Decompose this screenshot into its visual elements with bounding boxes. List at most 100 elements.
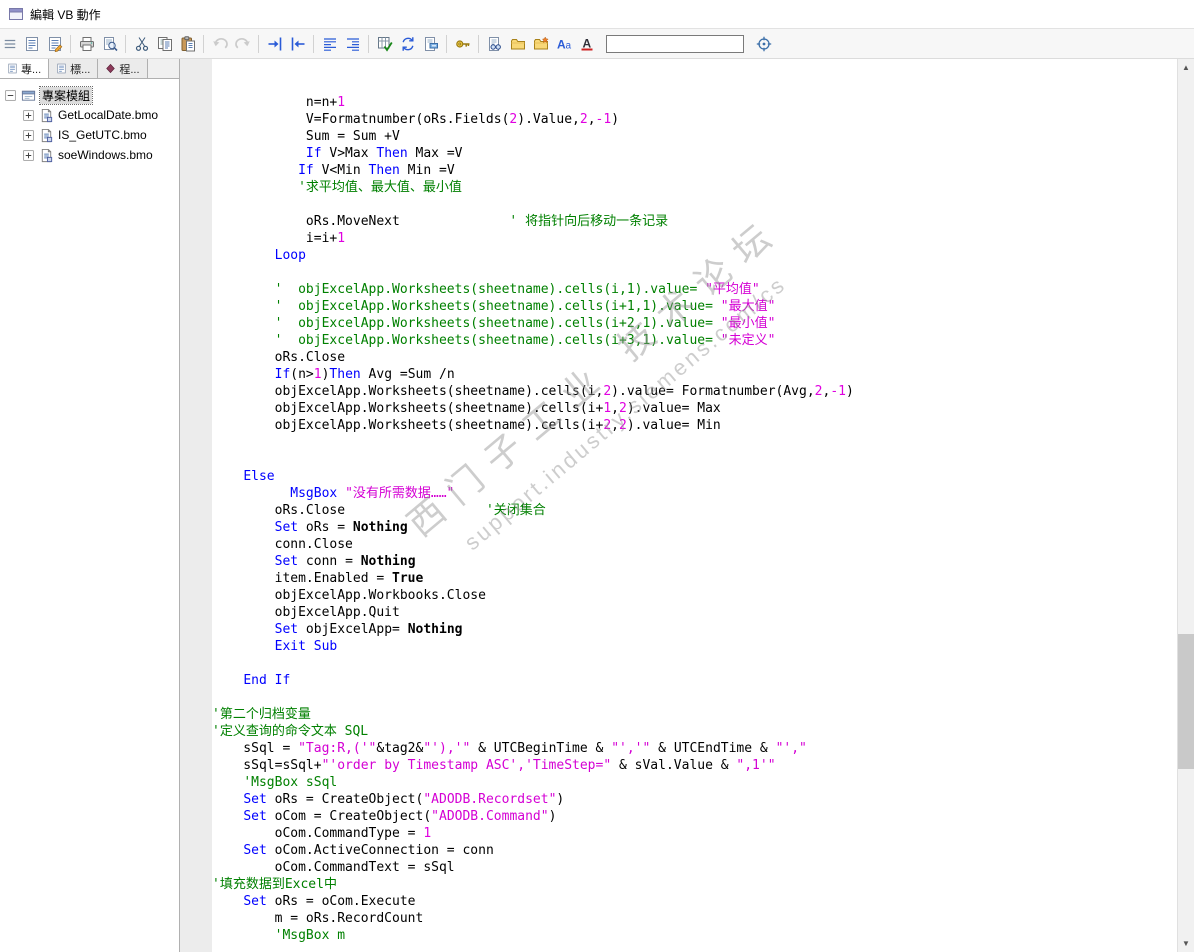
- code-line[interactable]: objExcelApp.Worksheets(sheetname).cells(…: [212, 400, 1177, 417]
- collapse-icon[interactable]: [5, 90, 16, 101]
- tab-actions[interactable]: 程...: [98, 59, 148, 78]
- synchronize-button[interactable]: [396, 32, 419, 55]
- code-line[interactable]: [212, 77, 1177, 94]
- code-line[interactable]: [212, 689, 1177, 706]
- code-line[interactable]: i=i+1: [212, 230, 1177, 247]
- code-line[interactable]: m = oRs.RecordCount: [212, 910, 1177, 927]
- code-line[interactable]: 'MsgBox sSql: [212, 774, 1177, 791]
- find-text-icon: [556, 36, 572, 52]
- code-line[interactable]: Loop: [212, 247, 1177, 264]
- print-preview-button[interactable]: [98, 32, 121, 55]
- code-line[interactable]: [212, 655, 1177, 672]
- find-in-document-button[interactable]: [483, 32, 506, 55]
- code-line[interactable]: item.Enabled = True: [212, 570, 1177, 587]
- code-line[interactable]: '填充数据到Excel中: [212, 876, 1177, 893]
- code-line[interactable]: objExcelApp.Worksheets(sheetname).cells(…: [212, 417, 1177, 434]
- tab-project-modules[interactable]: 專...: [0, 59, 50, 78]
- check-syntax-button[interactable]: [373, 32, 396, 55]
- tab-standard-modules[interactable]: 標...: [49, 59, 99, 78]
- expand-icon[interactable]: [23, 130, 34, 141]
- code-line[interactable]: conn.Close: [212, 536, 1177, 553]
- expand-icon[interactable]: [23, 150, 34, 161]
- toolbar-search-input[interactable]: [606, 34, 744, 53]
- scroll-up-button[interactable]: ▲: [1178, 59, 1194, 76]
- code-line[interactable]: Set objExcelApp= Nothing: [212, 621, 1177, 638]
- code-line[interactable]: [212, 434, 1177, 451]
- tree-item-module[interactable]: GetLocalDate.bmo: [2, 105, 177, 125]
- code-line[interactable]: oCom.CommandText = sSql: [212, 859, 1177, 876]
- code-line[interactable]: If V<Min Then Min =V: [212, 162, 1177, 179]
- format-lines-button[interactable]: [318, 32, 341, 55]
- code-line[interactable]: oRs.Close '关闭集合: [212, 502, 1177, 519]
- code-line[interactable]: Sum = Sum +V: [212, 128, 1177, 145]
- code-line[interactable]: '定义查询的命令文本 SQL: [212, 723, 1177, 740]
- code-line[interactable]: ' objExcelApp.Worksheets(sheetname).cell…: [212, 332, 1177, 349]
- code-line[interactable]: Else: [212, 468, 1177, 485]
- code-line[interactable]: n=n+1: [212, 94, 1177, 111]
- code-line[interactable]: Set oRs = oCom.Execute: [212, 893, 1177, 910]
- code-line[interactable]: sSql = "Tag:R,('"&tag2&"'),'" & UTCBegin…: [212, 740, 1177, 757]
- code-line[interactable]: objExcelApp.Quit: [212, 604, 1177, 621]
- code-line[interactable]: [212, 264, 1177, 281]
- scroll-down-button[interactable]: ▼: [1178, 935, 1194, 952]
- tree-root-project-modules[interactable]: 專案模組: [2, 85, 177, 105]
- goto-target-button[interactable]: [752, 32, 775, 55]
- expand-icon[interactable]: [23, 110, 34, 121]
- code-line[interactable]: End If: [212, 672, 1177, 689]
- code-line[interactable]: [212, 60, 1177, 77]
- code-line[interactable]: Set oCom.ActiveConnection = conn: [212, 842, 1177, 859]
- toolbar-grip[interactable]: [3, 37, 17, 51]
- code-line[interactable]: ' objExcelApp.Worksheets(sheetname).cell…: [212, 281, 1177, 298]
- scrollbar-thumb[interactable]: [1178, 634, 1194, 769]
- paste-button[interactable]: [176, 32, 199, 55]
- code-segment: Loop: [274, 248, 306, 263]
- cut-button[interactable]: [130, 32, 153, 55]
- code-line[interactable]: oRs.Close: [212, 349, 1177, 366]
- code-line[interactable]: 'MsgBox m: [212, 927, 1177, 944]
- code-line[interactable]: oCom.CommandType = 1: [212, 825, 1177, 842]
- code-line[interactable]: '第二个归档变量: [212, 706, 1177, 723]
- open-folder-button[interactable]: [506, 32, 529, 55]
- print-button[interactable]: [75, 32, 98, 55]
- code-line[interactable]: [212, 196, 1177, 213]
- code-line[interactable]: MsgBox "没有所需数据……": [212, 485, 1177, 502]
- code-line[interactable]: Set oCom = CreateObject("ADODB.Command"): [212, 808, 1177, 825]
- code-line[interactable]: Set oRs = Nothing: [212, 519, 1177, 536]
- code-segment: ).value= Min: [626, 418, 721, 433]
- password-protect-button[interactable]: [451, 32, 474, 55]
- code-line[interactable]: Set conn = Nothing: [212, 553, 1177, 570]
- action-list-button[interactable]: [20, 32, 43, 55]
- code-editor[interactable]: n=n+1 V=Formatnumber(oRs.Fields(2).Value…: [180, 59, 1177, 952]
- code-line[interactable]: If(n>1)Then Avg =Sum /n: [212, 366, 1177, 383]
- code-line[interactable]: sSql=sSql+"'order by Timestamp ASC','Tim…: [212, 757, 1177, 774]
- tree-item-module[interactable]: IS_GetUTC.bmo: [2, 125, 177, 145]
- code-line[interactable]: V=Formatnumber(oRs.Fields(2).Value,2,-1): [212, 111, 1177, 128]
- decrease-indent-button[interactable]: [286, 32, 309, 55]
- code-segment: sSql=sSql+: [212, 758, 322, 773]
- code-line[interactable]: objExcelApp.Worksheets(sheetname).cells(…: [212, 383, 1177, 400]
- code-line[interactable]: Exit Sub: [212, 638, 1177, 655]
- code-line[interactable]: If V>Max Then Max =V: [212, 145, 1177, 162]
- code-line[interactable]: '求平均值、最大值、最小值: [212, 179, 1177, 196]
- undo-button[interactable]: [208, 32, 231, 55]
- format-lines-alt-button[interactable]: [341, 32, 364, 55]
- code-area[interactable]: n=n+1 V=Formatnumber(oRs.Fields(2).Value…: [212, 59, 1177, 952]
- vertical-scrollbar[interactable]: ▲ ▼: [1177, 59, 1194, 952]
- code-line[interactable]: ' objExcelApp.Worksheets(sheetname).cell…: [212, 315, 1177, 332]
- code-line[interactable]: objExcelApp.Workbooks.Close: [212, 587, 1177, 604]
- copy-button[interactable]: [153, 32, 176, 55]
- code-line[interactable]: Set oRs = CreateObject("ADODB.Recordset"…: [212, 791, 1177, 808]
- code-segment: Set: [243, 809, 267, 824]
- font-button[interactable]: [575, 32, 598, 55]
- code-line[interactable]: ' objExcelApp.Worksheets(sheetname).cell…: [212, 298, 1177, 315]
- redo-button[interactable]: [231, 32, 254, 55]
- import-file-button[interactable]: [529, 32, 552, 55]
- increase-indent-button[interactable]: [263, 32, 286, 55]
- code-line[interactable]: [212, 451, 1177, 468]
- bookmark-button[interactable]: [419, 32, 442, 55]
- edit-action-button[interactable]: [43, 32, 66, 55]
- code-line[interactable]: oRs.MoveNext ' 将指针向后移动一条记录: [212, 213, 1177, 230]
- tree-item-module[interactable]: soeWindows.bmo: [2, 145, 177, 165]
- find-text-button[interactable]: [552, 32, 575, 55]
